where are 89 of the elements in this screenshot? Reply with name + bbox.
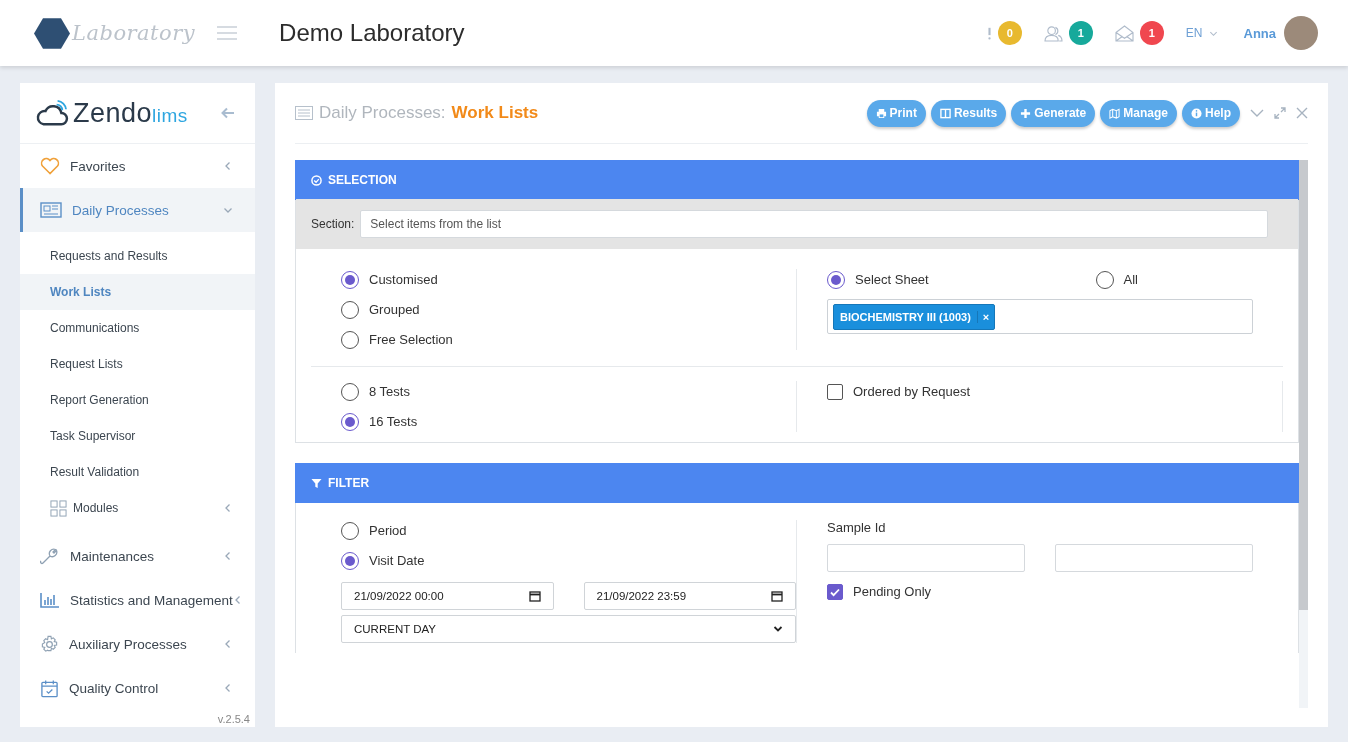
date-field[interactable]: 21/09/2022 00:00 xyxy=(341,582,554,610)
language-selector[interactable]: EN xyxy=(1185,26,1203,40)
range-dropdown[interactable]: CURRENT DAY xyxy=(341,615,796,643)
option-label: Ordered by Request xyxy=(853,384,971,399)
chevron-down-icon[interactable] xyxy=(773,624,783,634)
arrow-left-icon[interactable] xyxy=(221,107,235,119)
logo-text: Laboratory xyxy=(72,21,196,45)
checkbox[interactable] xyxy=(827,383,843,400)
checkbox[interactable] xyxy=(827,583,843,600)
newspaper-icon xyxy=(40,202,62,218)
chevron-left-icon[interactable] xyxy=(223,161,233,171)
info-icon xyxy=(1191,107,1202,119)
field-label: Section: xyxy=(311,217,355,231)
toolbar-button[interactable]: Results xyxy=(930,99,1007,127)
nav-subitem[interactable]: Task Supervisor xyxy=(20,418,255,454)
option-label: Grouped xyxy=(369,302,420,317)
user-name[interactable]: Anna xyxy=(1243,25,1276,41)
chevron-left-icon[interactable] xyxy=(223,503,233,513)
toolbar-button[interactable]: Generate xyxy=(1011,99,1096,127)
nav-subitem[interactable]: Work Lists xyxy=(20,274,255,310)
notification-count[interactable]: 1 xyxy=(1139,21,1164,45)
sample-id-from-field[interactable] xyxy=(827,544,1025,572)
check-circle-icon xyxy=(311,174,322,186)
remove-tag-button[interactable]: × xyxy=(976,310,995,323)
nav-item[interactable]: Daily Processes xyxy=(20,188,255,232)
hexagon-logo-icon xyxy=(34,16,70,50)
toolbar-button[interactable]: Print xyxy=(866,99,926,127)
plus-icon xyxy=(1020,107,1032,119)
chevron-left-icon[interactable] xyxy=(223,639,233,649)
nav-item[interactable]: Auxiliary Processes xyxy=(20,622,255,666)
option-label: All xyxy=(1123,272,1138,287)
option-label: Customised xyxy=(369,272,438,287)
panel-title: Work Lists xyxy=(451,103,539,123)
nav-item[interactable]: Statistics and Management xyxy=(20,578,255,622)
bar-chart-icon xyxy=(40,592,60,608)
version-label: v.2.5.4 xyxy=(217,713,250,725)
toolbar-button[interactable]: Help xyxy=(1182,99,1240,127)
columns-icon xyxy=(939,107,951,119)
section-header[interactable]: FILTER xyxy=(295,463,1299,503)
heart-icon xyxy=(40,157,60,175)
map-icon xyxy=(1109,107,1121,119)
option-label: Select Sheet xyxy=(855,272,929,287)
selected-tag: BIOCHEMISTRY III (1003) × xyxy=(833,303,996,330)
nav-subitem[interactable]: Request Lists xyxy=(20,346,255,382)
date-field[interactable]: 21/09/2022 23:59 xyxy=(583,582,796,610)
section-header[interactable]: SELECTION xyxy=(295,160,1299,200)
list-icon xyxy=(295,106,313,120)
field-label: Sample Id xyxy=(827,520,887,535)
calendar-icon xyxy=(40,678,59,698)
nav-item[interactable]: Maintenances xyxy=(20,534,255,578)
filter-icon xyxy=(311,477,322,489)
cloud-logo-icon xyxy=(35,99,69,127)
grid-icon xyxy=(50,499,67,517)
option-label: Pending Only xyxy=(853,584,932,599)
nav-subitem[interactable]: Modules xyxy=(20,490,255,526)
close-icon[interactable] xyxy=(1296,107,1308,119)
gear-icon xyxy=(40,634,59,654)
sample-id-to-field[interactable] xyxy=(1055,544,1253,572)
nav-subitem[interactable]: Requests and Results xyxy=(20,238,255,274)
notification-count[interactable]: 1 xyxy=(1068,21,1093,45)
option-label: 16 Tests xyxy=(369,414,418,429)
sheet-select-field[interactable]: BIOCHEMISTRY III (1003) × xyxy=(827,299,1253,334)
avatar[interactable] xyxy=(1284,16,1318,50)
nav-item[interactable]: Quality Control xyxy=(20,666,255,710)
option-label: Free Selection xyxy=(369,332,453,347)
section-field[interactable]: Select items from the list xyxy=(360,210,1268,238)
exclamation-icon xyxy=(986,26,992,40)
option-label: Period xyxy=(369,523,407,538)
menu-icon[interactable] xyxy=(217,26,238,40)
calendar-icon[interactable] xyxy=(771,590,783,602)
page-title: Demo Laboratory xyxy=(279,19,465,47)
nav-item[interactable]: Favorites xyxy=(20,144,255,188)
nav-subitem[interactable]: Communications xyxy=(20,310,255,346)
calendar-icon[interactable] xyxy=(528,590,541,602)
brand-name: Zendolims xyxy=(73,97,188,129)
nav-subitem[interactable]: Result Validation xyxy=(20,454,255,490)
chevron-left-icon[interactable] xyxy=(223,683,233,693)
notification-count[interactable]: 0 xyxy=(997,21,1022,45)
printer-icon xyxy=(875,107,887,119)
users-icon xyxy=(1043,24,1063,42)
option-label: 8 Tests xyxy=(369,384,410,399)
breadcrumb: Daily Processes: xyxy=(319,103,446,123)
expand-icon[interactable] xyxy=(1274,107,1286,119)
nav-subitem[interactable]: Report Generation xyxy=(20,382,255,418)
scrollbar[interactable] xyxy=(1299,160,1308,708)
option-label: Visit Date xyxy=(369,553,425,568)
toolbar-button[interactable]: Manage xyxy=(1100,99,1177,127)
chevron-left-icon[interactable] xyxy=(223,551,233,561)
envelope-icon xyxy=(1114,24,1134,42)
